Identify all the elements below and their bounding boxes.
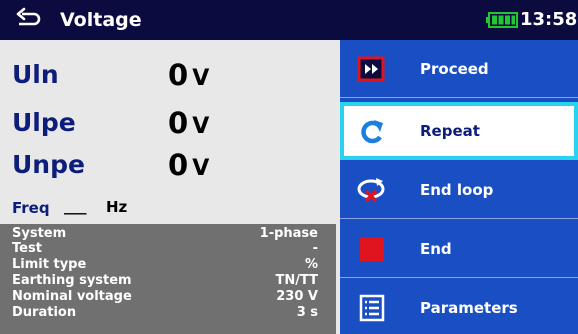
stop-icon	[360, 237, 384, 261]
page-title: Voltage	[60, 9, 142, 31]
unpe-number: 0	[168, 148, 189, 182]
unpe-unit: V	[192, 156, 210, 181]
param-row-duration: Duration 3 s	[12, 305, 318, 321]
param-value: -	[312, 241, 318, 256]
uln-label: Uln	[12, 60, 59, 89]
param-value: 230 V	[276, 289, 318, 304]
end-loop-button[interactable]: End loop	[340, 161, 578, 219]
param-value: TN/TT	[275, 273, 318, 288]
proceed-label: Proceed	[420, 60, 489, 78]
ulpe-unit: V	[192, 114, 210, 139]
param-name: System	[12, 226, 67, 241]
param-row-earthing-system: Earthing system TN/TT	[12, 273, 318, 289]
header-bar: Voltage 13:58	[0, 0, 578, 40]
param-value: %	[304, 257, 318, 272]
param-name: Nominal voltage	[12, 289, 132, 304]
uln-value: 0V	[168, 60, 209, 94]
repeat-button[interactable]: Repeat	[340, 102, 578, 160]
freq-unit: Hz	[106, 198, 128, 216]
ulpe-label: Ulpe	[12, 108, 76, 137]
parameters-button[interactable]: Parameters	[340, 279, 578, 334]
end-label: End	[420, 240, 452, 258]
uln-number: 0	[168, 58, 189, 92]
param-name: Test	[12, 241, 42, 256]
param-value: 3 s	[296, 305, 318, 320]
battery-full-icon	[486, 12, 518, 28]
param-name: Limit type	[12, 257, 87, 272]
param-name: Duration	[12, 305, 77, 320]
end-loop-label: End loop	[420, 181, 494, 199]
uln-unit: V	[192, 66, 210, 91]
param-row-limit-type: Limit type %	[12, 257, 318, 273]
unpe-label: Unpe	[12, 150, 85, 179]
param-row-nominal-voltage: Nominal voltage 230 V	[12, 289, 318, 305]
unpe-value: 0V	[168, 150, 209, 184]
end-button[interactable]: End	[340, 220, 578, 278]
repeat-icon	[361, 120, 383, 144]
action-menu: Proceed Repeat End loop End Parameters	[340, 40, 578, 334]
results-panel: Uln 0V Ulpe 0V Unpe 0V Freq ___ Hz Syste…	[0, 40, 340, 334]
ulpe-number: 0	[168, 106, 189, 140]
freq-label: Freq	[12, 199, 50, 217]
ulpe-value: 0V	[168, 108, 209, 142]
back-arrow-icon[interactable]	[14, 5, 42, 33]
end-loop-icon	[357, 178, 385, 203]
repeat-label: Repeat	[420, 122, 480, 140]
param-row-test: Test -	[12, 241, 318, 257]
voltage-screen: Voltage 13:58 Uln 0V Ulpe 0V Unpe 0V Fre…	[0, 0, 578, 334]
parameters-icon	[359, 294, 385, 322]
proceed-icon	[357, 56, 385, 82]
parameters-table: System 1-phase Test - Limit type % Earth…	[0, 224, 336, 334]
param-row-system: System 1-phase	[12, 226, 318, 242]
param-value: 1-phase	[259, 226, 318, 241]
parameters-label: Parameters	[420, 299, 518, 317]
clock-time: 13:58	[520, 9, 578, 30]
freq-value: ___	[64, 197, 87, 215]
proceed-button[interactable]: Proceed	[340, 40, 578, 98]
param-name: Earthing system	[12, 273, 132, 288]
